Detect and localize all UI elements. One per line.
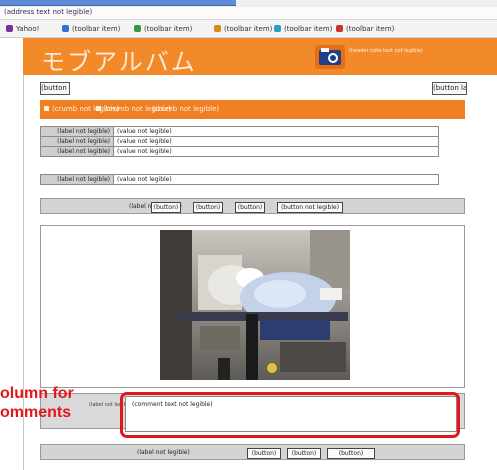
title-label: (label not legible) [40, 174, 114, 185]
browser-title-bar [0, 0, 497, 7]
row-value: (value not legible) [113, 136, 439, 147]
toolbar-item-auction[interactable]: (toolbar item) [214, 24, 272, 34]
action-button-2[interactable]: (button) [193, 202, 223, 213]
bottom-bar: (label not legible) (button) (button) (b… [40, 444, 465, 460]
toolbar-item-yahoo[interactable]: Yahoo! [6, 24, 39, 34]
annotation-line-2: omments [0, 404, 72, 421]
app-header: モブアルバム (header note text not legible) [23, 38, 497, 76]
action-bar: (label not legible) (button) (button) (b… [40, 198, 465, 214]
header-note: (header note text not legible) [349, 48, 423, 54]
bottom-button-1[interactable]: (button) [247, 448, 281, 459]
back-button[interactable]: (button label not legible) [40, 82, 70, 95]
title-row-table: (label not legible) (value not legible) [40, 174, 439, 185]
highlight-box [120, 392, 460, 438]
search-icon [62, 25, 69, 32]
comment-column-annotation: olumn for omments [0, 384, 74, 422]
address-bar[interactable]: (address text not legible) [0, 7, 497, 20]
title-bar-fragment [0, 0, 236, 6]
table-row: (label not legible) (value not legible) [40, 136, 439, 147]
table-row: (label not legible) (value not legible) [40, 126, 439, 137]
breadcrumb-item-detail: (crumb not legible) [152, 105, 220, 113]
title-value: (value not legible) [113, 174, 439, 185]
action-button-1[interactable]: (button) [151, 202, 181, 213]
row-label: (label not legible) [40, 126, 114, 137]
annotation-line-1: olumn for [0, 385, 74, 402]
breadcrumb: (crumb not legible) (crumb not legible) … [40, 100, 465, 119]
app-title: モブアルバム [41, 48, 197, 76]
mob-album-logo-icon [315, 45, 345, 69]
address-text: (address text not legible) [4, 8, 93, 16]
row-label: (label not legible) [40, 146, 114, 157]
yahoo-icon [6, 25, 13, 32]
download-button[interactable]: (button not legible) [277, 202, 343, 213]
action-button-3[interactable]: (button) [235, 202, 265, 213]
bottom-button-2[interactable]: (button) [287, 448, 321, 459]
bottom-bar-label: (label not legible) [137, 449, 190, 456]
toolbar-item-search[interactable]: (toolbar item) [62, 24, 120, 34]
toolbar-item-bookmark[interactable]: (toolbar item) [134, 24, 192, 34]
bookmark-icon [134, 25, 141, 32]
row-value: (value not legible) [113, 126, 439, 137]
translate-icon [274, 25, 281, 32]
album-photo [160, 230, 350, 380]
browser-toolbar: Yahoo! (toolbar item) (toolbar item) (to… [0, 20, 497, 38]
table-row: (label not legible) (value not legible) [40, 146, 439, 157]
logout-button[interactable]: (button label not legible) [432, 82, 467, 95]
toolbar-item-translate[interactable]: (toolbar item) [274, 24, 332, 34]
auction-icon [214, 25, 221, 32]
news-icon [336, 25, 343, 32]
row-label: (label not legible) [40, 136, 114, 147]
toolbar-item-news[interactable]: (toolbar item) [336, 24, 394, 34]
row-value: (value not legible) [113, 146, 439, 157]
info-table: (label not legible) (value not legible) … [40, 126, 439, 157]
bottom-button-3[interactable]: (button) [327, 448, 375, 459]
table-row: (label not legible) (value not legible) [40, 174, 439, 185]
